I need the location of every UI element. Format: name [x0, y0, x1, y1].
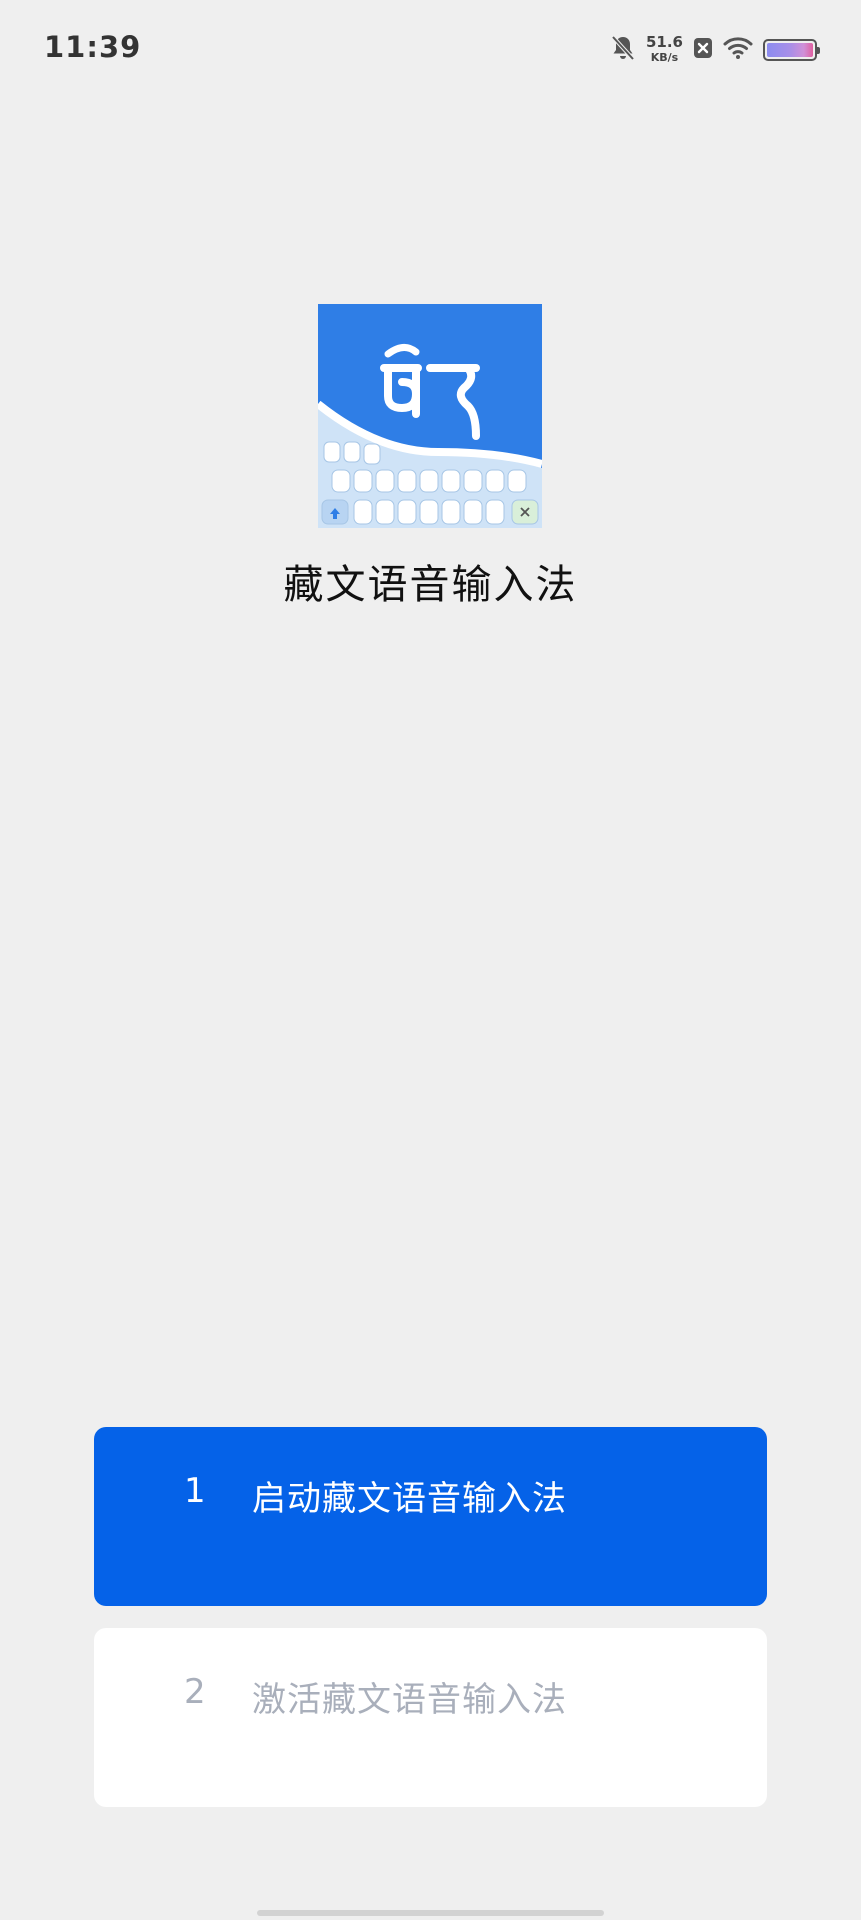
step-label: 启动藏文语音输入法 — [252, 1479, 567, 1519]
battery-icon — [763, 39, 820, 61]
bell-muted-icon — [610, 34, 636, 66]
net-speed-value: 51.6 — [645, 33, 683, 51]
status-bar: 11:39 51.6 KB/s — [0, 0, 861, 100]
app-logo — [318, 304, 542, 528]
home-indicator[interactable] — [257, 1910, 604, 1916]
close-box-icon — [693, 36, 713, 64]
wifi-icon — [723, 36, 753, 64]
start-input-method-button[interactable]: 1 启动藏文语音输入法 — [94, 1427, 767, 1606]
battery-level — [767, 43, 813, 57]
step-label: 激活藏文语音输入法 — [252, 1680, 567, 1720]
net-speed: 51.6 KB/s — [646, 35, 683, 65]
status-time: 11:39 — [44, 30, 142, 64]
status-icons: 51.6 KB/s — [610, 32, 820, 68]
app-name: 藏文语音输入法 — [283, 562, 578, 608]
step-number: 1 — [184, 1471, 206, 1511]
step-number: 2 — [184, 1672, 206, 1712]
app-logo-graphic — [318, 304, 542, 528]
net-speed-unit: KB/s — [650, 51, 679, 64]
activate-input-method-button[interactable]: 2 激活藏文语音输入法 — [94, 1628, 767, 1807]
